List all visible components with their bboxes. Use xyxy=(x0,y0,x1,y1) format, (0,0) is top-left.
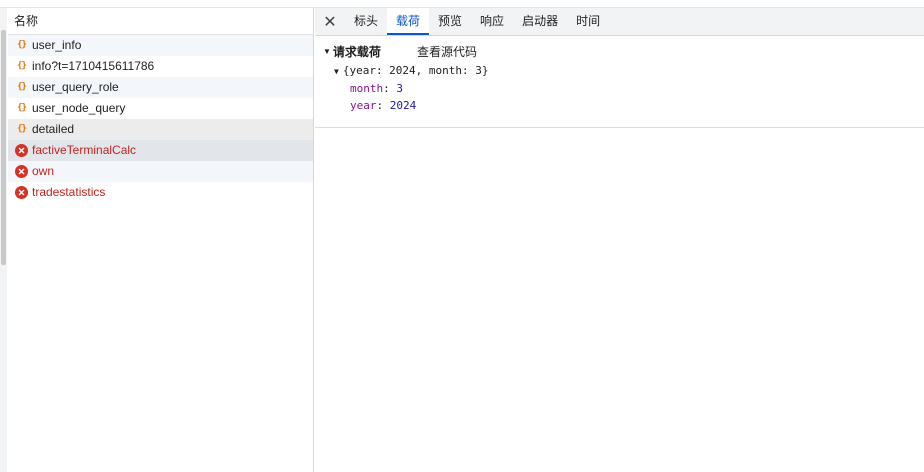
close-icon[interactable]: ✕ xyxy=(315,8,345,35)
view-source-link[interactable]: 查看源代码 xyxy=(417,43,477,60)
scrollbar-thumb[interactable] xyxy=(1,30,6,265)
xhr-icon: {} xyxy=(17,82,27,92)
xhr-icon: {} xyxy=(17,103,27,113)
object-summary: {year: 2024, month: 3} xyxy=(342,64,489,77)
request-name: user_query_role xyxy=(32,80,119,94)
error-icon xyxy=(14,143,29,158)
section-title: 请求载荷 xyxy=(332,44,381,59)
property-value: 3 xyxy=(396,82,403,95)
detail-tabs: ✕ 标头 载荷 预览 响应 启动器 时间 xyxy=(315,8,924,36)
request-name: factiveTerminalCalc xyxy=(32,143,137,157)
error-icon xyxy=(14,164,29,179)
tab-initiator[interactable]: 启动器 xyxy=(513,8,567,35)
payload-section: ▼ 请求载荷 查看源代码 ▼ {year: 2024, month: 3} mon… xyxy=(315,40,924,128)
request-name: tradestatistics xyxy=(32,185,106,199)
tab-timing[interactable]: 时间 xyxy=(567,8,609,35)
request-list: 名称 {} user_info {} info?t=1710415611786 … xyxy=(8,8,314,472)
expand-triangle-icon[interactable]: ▼ xyxy=(334,67,339,76)
property-key: year xyxy=(350,99,377,112)
error-icon xyxy=(14,185,29,200)
object-property: year: 2024 xyxy=(350,99,417,112)
payload-section-header[interactable]: ▼ 请求载荷 查看源代码 xyxy=(315,40,924,62)
request-row-selected[interactable]: factiveTerminalCalc xyxy=(8,140,313,161)
tab-headers[interactable]: 标头 xyxy=(345,8,387,35)
property-value: 2024 xyxy=(389,99,417,112)
request-row[interactable]: {} user_query_role xyxy=(8,77,313,98)
request-detail-panel: ✕ 标头 载荷 预览 响应 启动器 时间 ▼ 请求载荷 查看源代码 ▼ {year… xyxy=(315,8,924,472)
top-strip xyxy=(0,0,924,8)
xhr-icon: {} xyxy=(17,124,27,134)
request-row[interactable]: own xyxy=(8,161,313,182)
scrollbar[interactable] xyxy=(0,8,7,472)
request-row[interactable]: {} user_info xyxy=(8,35,313,56)
request-name: detailed xyxy=(32,122,75,136)
name-column-header[interactable]: 名称 xyxy=(8,8,313,35)
request-row[interactable]: {} user_node_query xyxy=(8,98,313,119)
request-name: user_node_query xyxy=(32,101,126,115)
request-name: info?t=1710415611786 xyxy=(32,59,155,73)
request-row[interactable]: {} detailed xyxy=(8,119,313,140)
request-row[interactable]: tradestatistics xyxy=(8,182,313,203)
object-summary-row[interactable]: ▼ {year: 2024, month: 3} xyxy=(315,62,924,80)
tab-preview[interactable]: 预览 xyxy=(429,8,471,35)
property-key: month xyxy=(350,82,384,95)
xhr-icon: {} xyxy=(17,61,27,71)
request-name: own xyxy=(32,164,55,178)
tab-payload[interactable]: 载荷 xyxy=(387,8,430,35)
request-name: user_info xyxy=(32,38,82,52)
tab-response[interactable]: 响应 xyxy=(471,8,513,35)
request-row[interactable]: {} info?t=1710415611786 xyxy=(8,56,313,77)
xhr-icon: {} xyxy=(17,40,27,50)
expand-triangle-icon[interactable]: ▼ xyxy=(323,47,331,56)
object-property: month: 3 xyxy=(350,82,403,95)
payload-object: ▼ {year: 2024, month: 3} month: 3 year: 2… xyxy=(315,62,924,114)
